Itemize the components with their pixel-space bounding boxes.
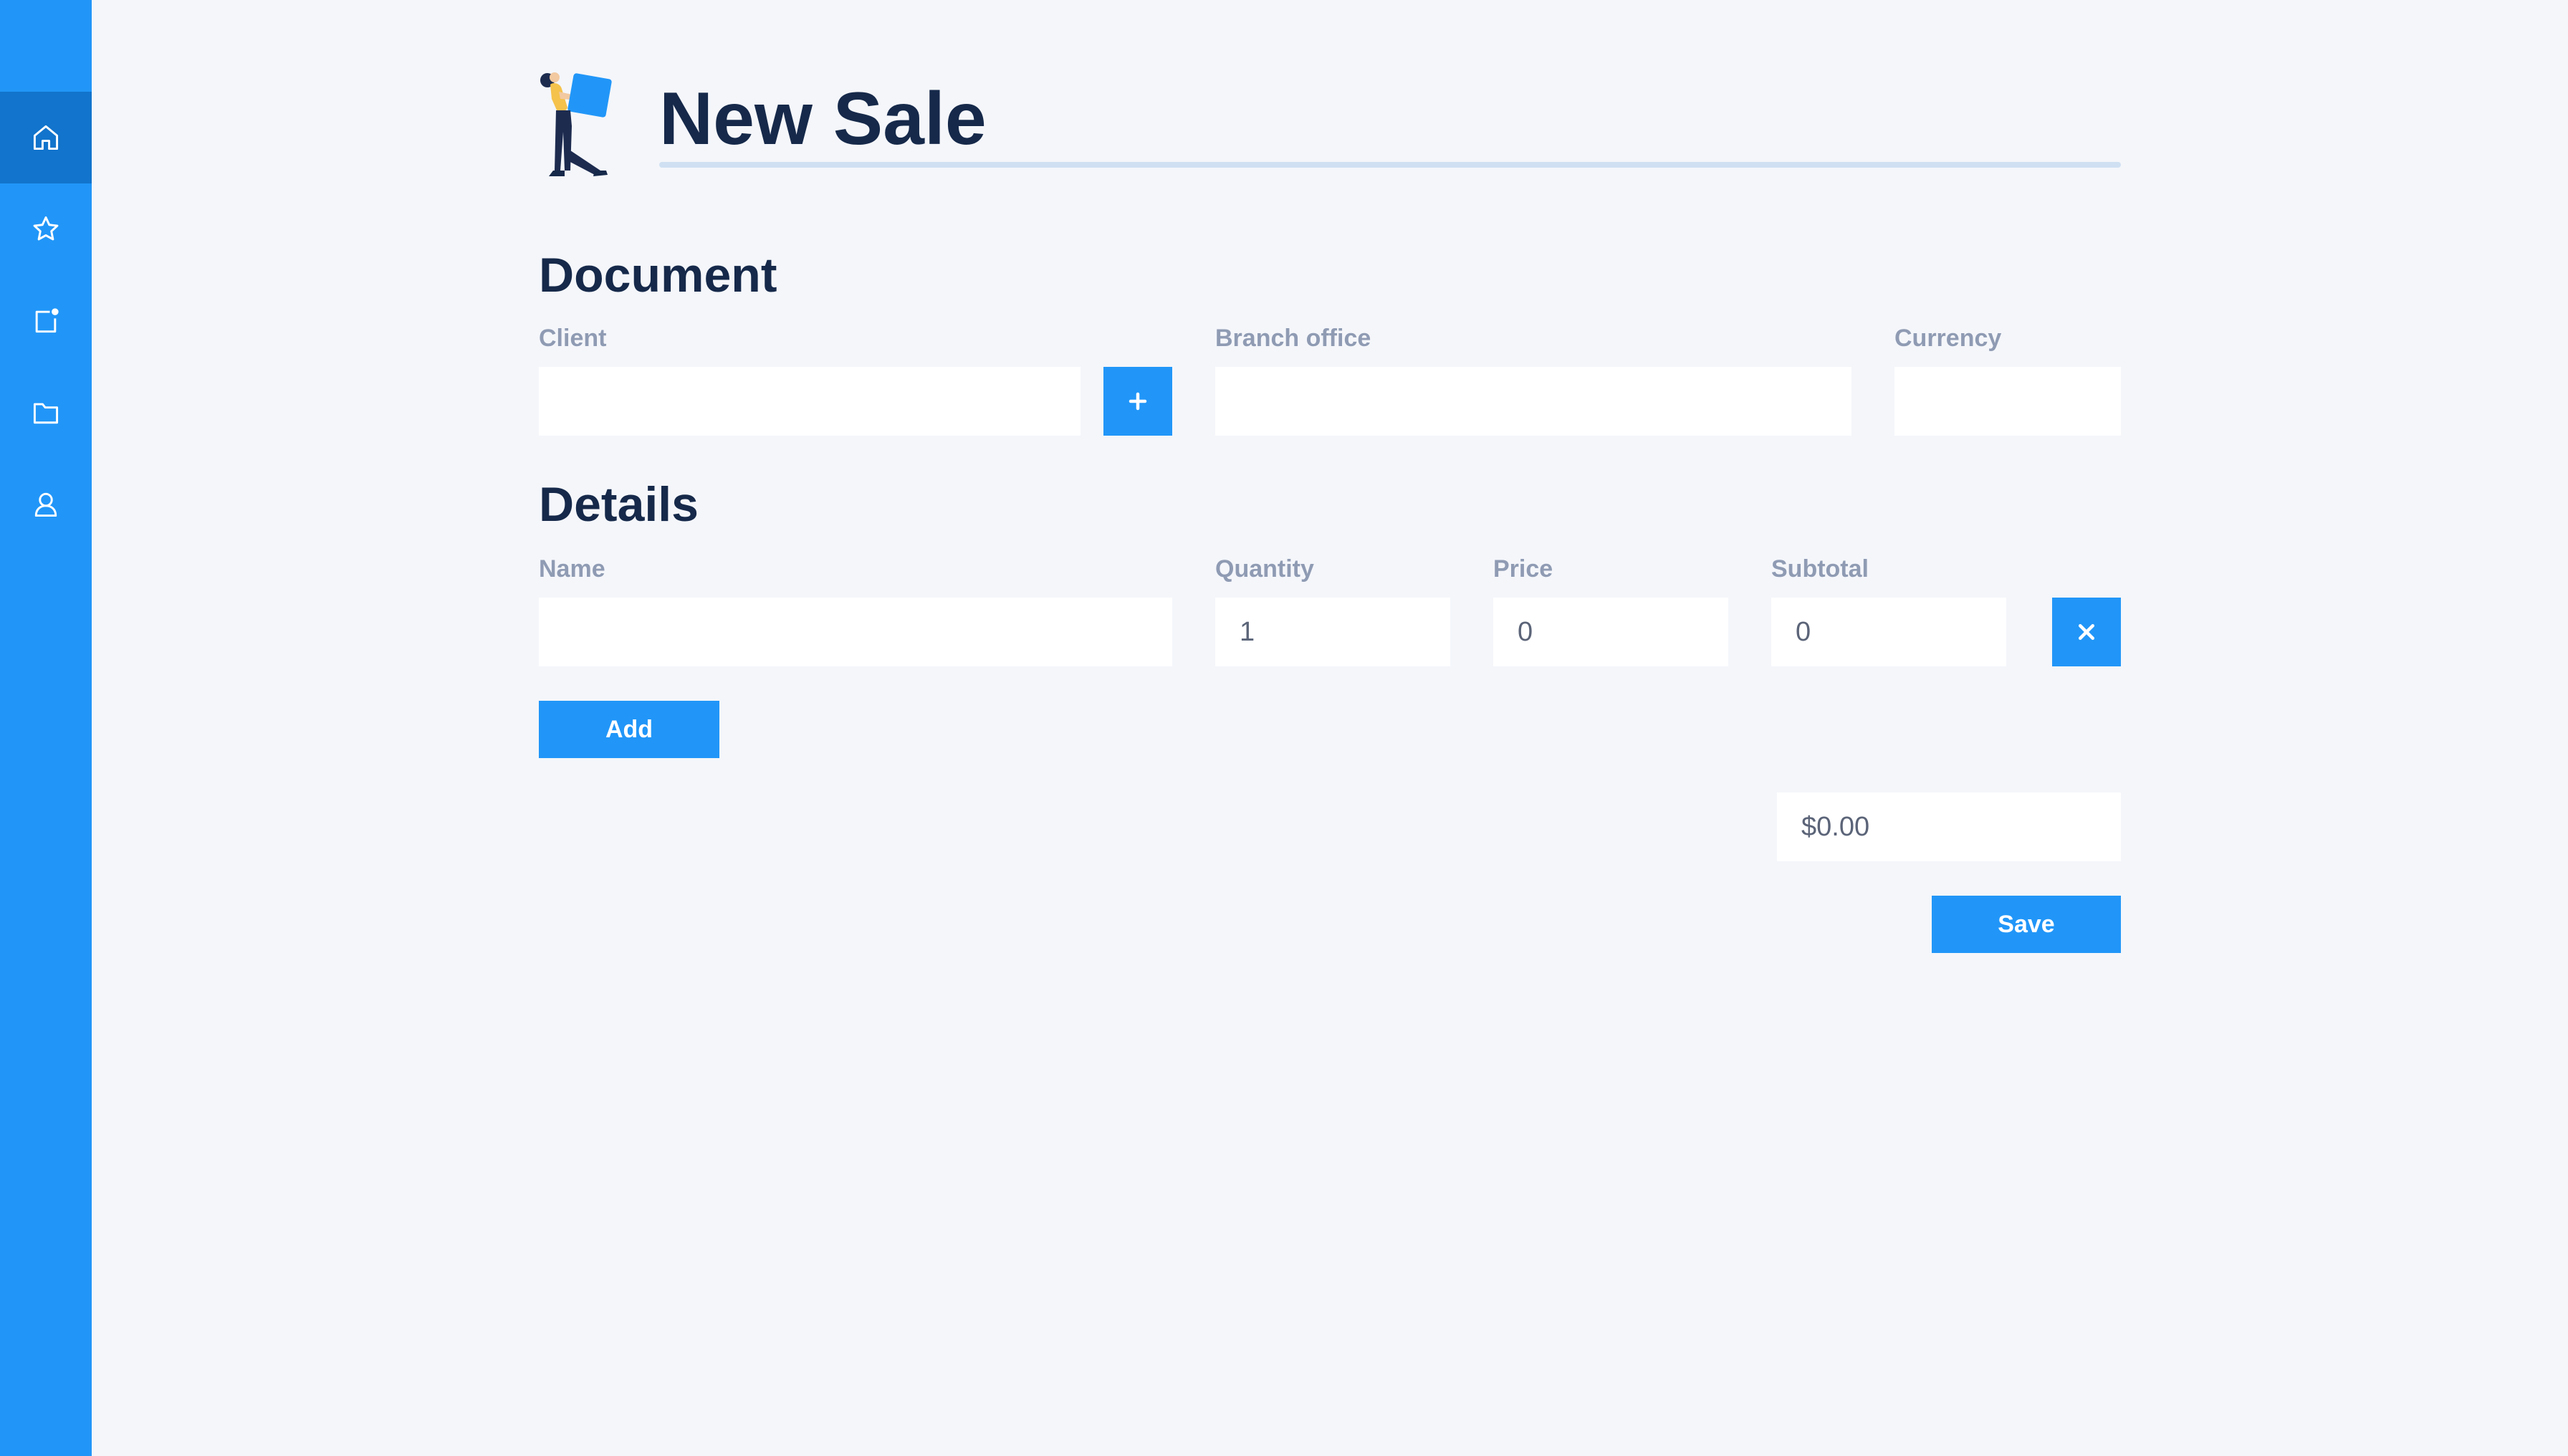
currency-label: Currency [1894,325,2002,352]
user-icon [34,492,57,517]
price-input[interactable] [1493,598,1728,666]
sidebar-item-notifications[interactable] [0,275,92,367]
save-button[interactable]: Save [1932,896,2121,953]
sidebar-item-folder[interactable] [0,367,92,459]
title-underline [659,162,2121,168]
branch-office-label: Branch office [1215,325,1371,352]
notification-icon [35,308,59,333]
remove-row-button[interactable] [2052,598,2121,666]
currency-input[interactable] [1894,367,2121,436]
add-item-button[interactable]: Add [539,701,719,758]
folder-icon [33,403,59,424]
subtotal-input[interactable] [1771,598,2006,666]
person-carrying-box-illustration [540,72,612,176]
branch-office-input[interactable] [1215,367,1851,436]
add-client-button[interactable] [1103,367,1172,436]
name-column-label: Name [539,555,605,583]
home-icon [33,125,59,150]
star-icon [33,216,59,241]
client-input[interactable] [539,367,1081,436]
close-icon [2079,624,2094,640]
sidebar-item-favorites[interactable] [0,183,92,275]
plus-icon [1129,392,1147,411]
sidebar-item-home[interactable] [0,92,92,183]
client-label: Client [539,325,607,352]
sidebar-item-profile[interactable] [0,459,92,550]
quantity-input[interactable] [1215,598,1450,666]
quantity-column-label: Quantity [1215,555,1314,583]
item-name-input[interactable] [539,598,1172,666]
page-title: New Sale [659,77,987,161]
document-section-title: Document [539,248,777,302]
total-input[interactable] [1777,792,2121,861]
price-column-label: Price [1493,555,1553,583]
sidebar [0,0,92,1456]
details-section-title: Details [539,477,699,532]
subtotal-column-label: Subtotal [1771,555,1869,583]
